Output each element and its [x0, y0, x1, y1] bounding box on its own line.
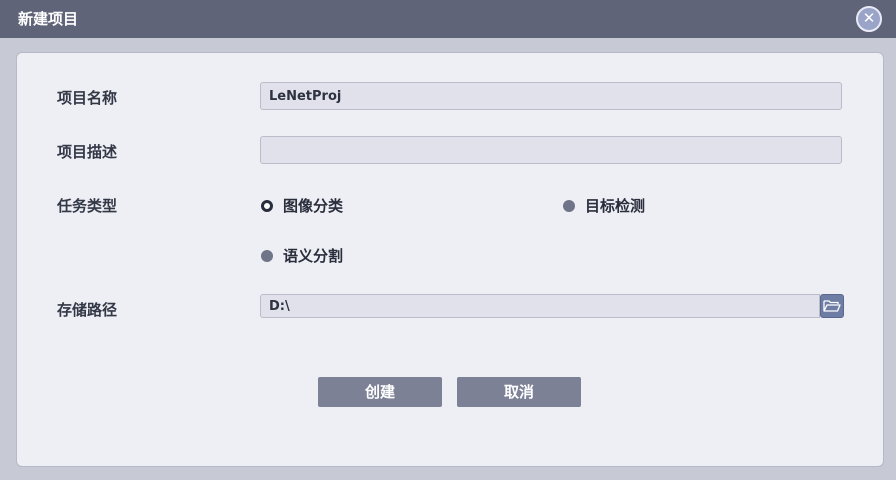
project-desc-input[interactable]: [260, 136, 842, 164]
radio-label: 目标检测: [585, 197, 646, 215]
storage-path-label: 存储路径: [57, 301, 118, 319]
radio-label: 语义分割: [283, 247, 344, 265]
title-bar: 新建项目 ✕: [0, 0, 896, 38]
radio-unchecked-icon: [261, 249, 273, 262]
radio-unchecked-icon: [563, 199, 575, 212]
task-type-label: 任务类型: [57, 197, 118, 215]
radio-object-detection[interactable]: 目标检测: [563, 195, 645, 216]
project-name-input[interactable]: [260, 82, 842, 110]
radio-label: 图像分类: [283, 197, 344, 215]
new-project-dialog: 新建项目 ✕ 项目名称 项目描述 任务类型 图像分类 目标检测 语义分割 存储路…: [0, 0, 896, 480]
folder-open-icon: [823, 300, 841, 312]
radio-semantic-segmentation[interactable]: 语义分割: [261, 245, 343, 266]
close-icon: ✕: [862, 9, 876, 27]
create-button[interactable]: 创建: [318, 377, 442, 407]
project-name-label: 项目名称: [57, 89, 118, 107]
form-panel: 项目名称 项目描述 任务类型 图像分类 目标检测 语义分割 存储路径: [16, 52, 884, 467]
storage-path-input[interactable]: [260, 294, 820, 318]
dialog-title: 新建项目: [18, 10, 79, 28]
radio-checked-icon: [261, 199, 273, 212]
radio-image-classification[interactable]: 图像分类: [261, 195, 343, 216]
close-button[interactable]: ✕: [856, 6, 882, 32]
cancel-button[interactable]: 取消: [457, 377, 581, 407]
project-desc-label: 项目描述: [57, 143, 118, 161]
browse-button[interactable]: [820, 294, 844, 318]
